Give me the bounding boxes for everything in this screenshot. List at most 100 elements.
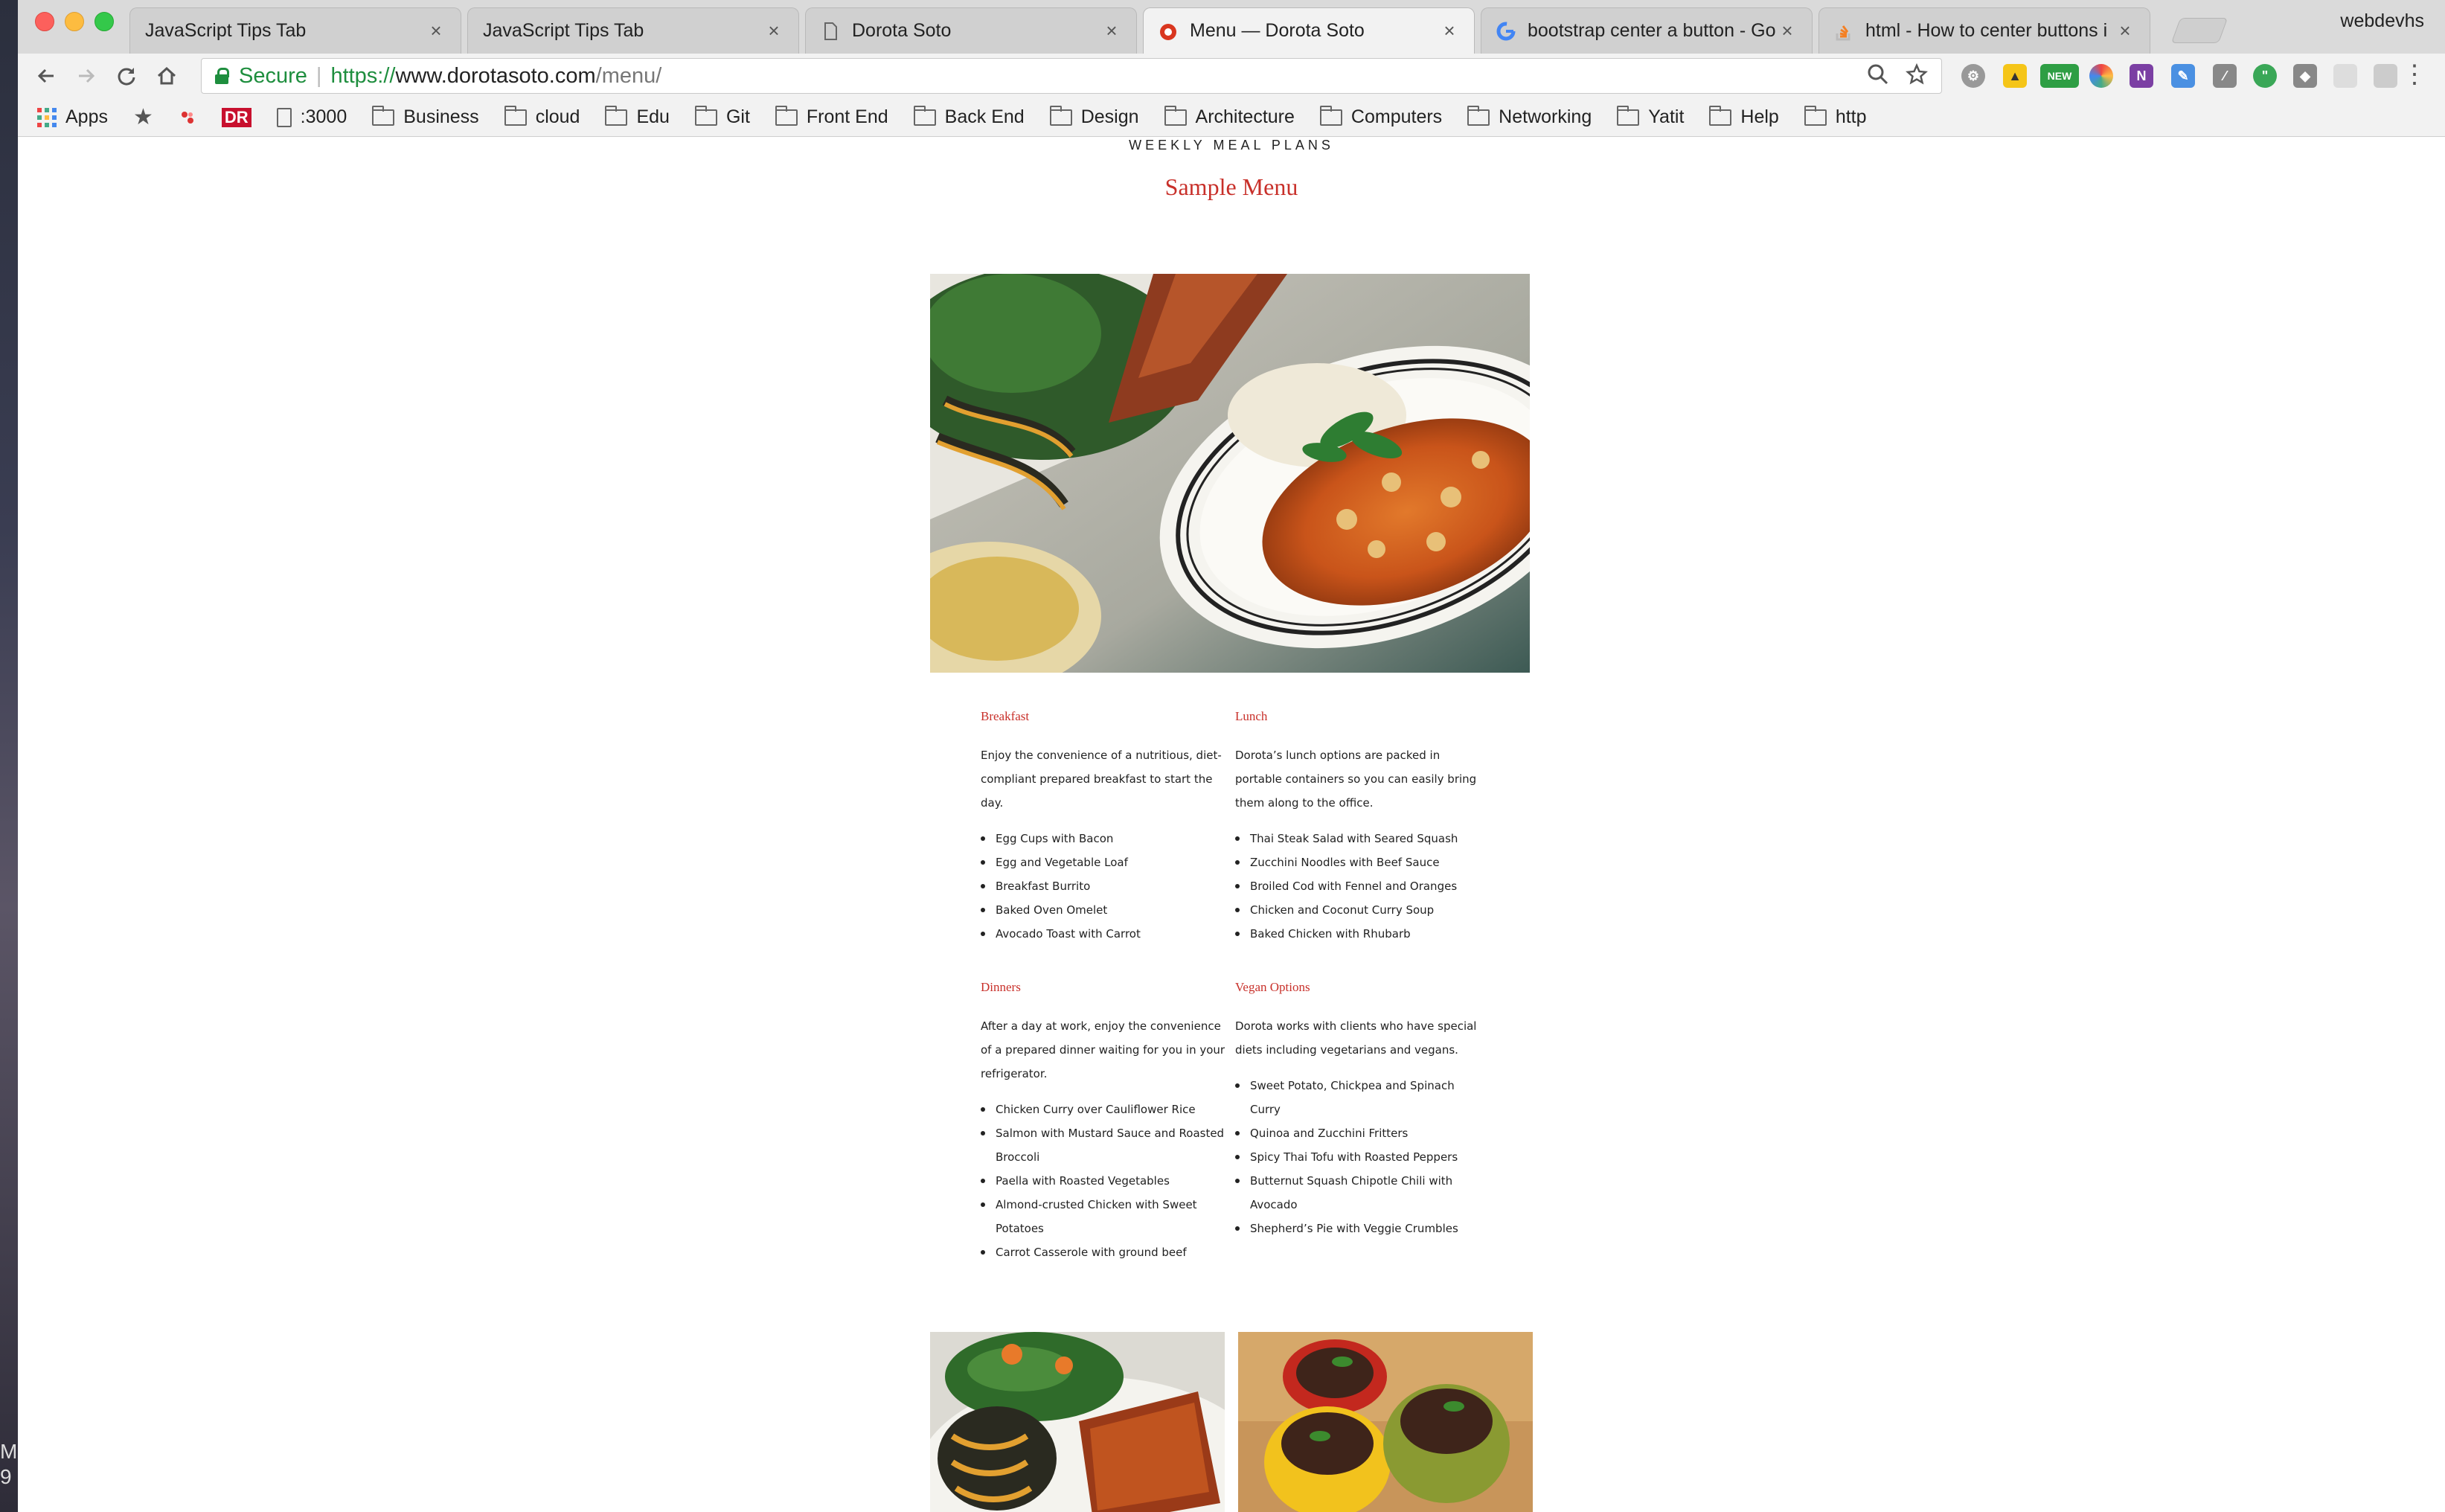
bookmark-folder-design[interactable]: Design	[1049, 105, 1139, 128]
extension-drive-icon[interactable]: ▲	[2003, 64, 2027, 88]
list-item: Avocado Toast with Carrot	[981, 922, 1226, 946]
list-item: Shepherd’s Pie with Veggie Crumbles	[1235, 1217, 1481, 1240]
section-kicker: WEEKLY MEAL PLANS	[1129, 138, 1334, 153]
url-path: /menu/	[595, 63, 662, 88]
bookmark-folder-edu[interactable]: Edu	[605, 105, 670, 128]
bookmark-folder-architecture[interactable]: Architecture	[1164, 105, 1295, 128]
browser-window: JavaScript Tips Tab × JavaScript Tips Ta…	[18, 0, 2445, 1512]
bookmark-localhost[interactable]: :3000	[276, 106, 347, 128]
tab-close-icon[interactable]: ×	[426, 19, 446, 42]
section-description: After a day at work, enjoy the convenien…	[981, 1019, 1225, 1080]
desktop-label: M 9	[0, 1440, 18, 1488]
folder-icon	[1617, 105, 1640, 126]
extension-shield-icon[interactable]: ◆	[2293, 64, 2317, 88]
tab-close-icon[interactable]: ×	[1440, 19, 1459, 42]
bookmark-folder-business[interactable]: Business	[372, 105, 479, 128]
tab-strip: JavaScript Tips Tab × JavaScript Tips Ta…	[18, 0, 2445, 54]
section-description: Dorota’s lunch options are packed in por…	[1235, 749, 1477, 810]
list-item: Thai Steak Salad with Seared Squash	[1235, 827, 1481, 850]
red-dots-icon	[181, 111, 193, 124]
list-item: Quinoa and Zucchini Fritters	[1235, 1121, 1481, 1145]
list-item: Sweet Potato, Chickpea and Spinach Curry	[1235, 1074, 1481, 1121]
bookmark-star[interactable]: ★	[133, 104, 153, 130]
tab-close-icon[interactable]: ×	[1102, 19, 1121, 42]
menu-list: Egg Cups with Bacon Egg and Vegetable Lo…	[981, 827, 1226, 946]
hero-food-image	[930, 274, 1530, 673]
list-item: Carrot Casserole with ground beef	[981, 1240, 1226, 1264]
bookmark-folder-computers[interactable]: Computers	[1319, 105, 1442, 128]
stackoverflow-icon	[1834, 22, 1853, 41]
new-tab-button[interactable]	[2170, 18, 2228, 43]
extension-new-icon[interactable]: NEW	[2040, 64, 2079, 88]
list-item: Baked Oven Omelet	[981, 898, 1226, 922]
bookmarks-bar: Apps ★ DR :3000 Business cloud Edu Git F…	[18, 98, 2445, 137]
bookmark-folder-front-end[interactable]: Front End	[775, 105, 888, 128]
list-item: Chicken and Coconut Curry Soup	[1235, 898, 1481, 922]
bookmark-folder-networking[interactable]: Networking	[1467, 105, 1592, 128]
folder-icon	[775, 105, 798, 126]
bookmark-folder-git[interactable]: Git	[694, 105, 750, 128]
zoom-window-button[interactable]	[94, 12, 114, 31]
bookmark-folder-http[interactable]: http	[1804, 105, 1867, 128]
forward-button[interactable]	[73, 63, 100, 89]
page-icon	[821, 22, 840, 41]
list-item: Almond-crusted Chicken with Sweet Potato…	[981, 1193, 1226, 1240]
extension-settings-icon[interactable]: ⚙	[1961, 64, 1985, 88]
list-item: Spicy Thai Tofu with Roasted Peppers	[1235, 1145, 1481, 1169]
bookmark-star-icon[interactable]	[1906, 63, 1928, 92]
stuffed-peppers-thumbnail-image	[1238, 1332, 1533, 1512]
list-item: Salmon with Mustard Sauce and Roasted Br…	[981, 1121, 1226, 1169]
section-description: Dorota works with clients who have speci…	[1235, 1019, 1477, 1057]
home-button[interactable]	[153, 63, 180, 89]
tab-close-icon[interactable]: ×	[1778, 19, 1797, 42]
bookmark-dr[interactable]: DR	[221, 107, 251, 127]
tab-close-icon[interactable]: ×	[764, 19, 784, 42]
tab-2[interactable]: JavaScript Tips Tab ×	[467, 7, 799, 54]
tab-1[interactable]: JavaScript Tips Tab ×	[129, 7, 461, 54]
bookmark-folder-back-end[interactable]: Back End	[913, 105, 1025, 128]
menu-list: Thai Steak Salad with Seared Squash Zucc…	[1235, 827, 1481, 946]
folder-icon	[504, 105, 527, 126]
bookmark-folder-help[interactable]: Help	[1709, 105, 1779, 128]
extension-picker-icon[interactable]: ✎	[2171, 64, 2195, 88]
bookmark-folder-yatit[interactable]: Yatit	[1617, 105, 1684, 128]
tab-4-active[interactable]: Menu — Dorota Soto ×	[1143, 7, 1475, 54]
extension-eyedropper-icon[interactable]: ⁄	[2213, 64, 2237, 88]
tab-6[interactable]: html - How to center buttons i ×	[1818, 7, 2150, 54]
profile-name[interactable]: webdevhs	[2340, 10, 2424, 32]
tab-5[interactable]: bootstrap center a button - Go ×	[1481, 7, 1813, 54]
tab-label: html - How to center buttons i	[1865, 20, 2108, 41]
bookmark-red-dots[interactable]	[179, 109, 196, 126]
back-button[interactable]	[33, 63, 60, 89]
bookmark-folder-cloud[interactable]: cloud	[504, 105, 580, 128]
tab-close-icon[interactable]: ×	[2115, 19, 2135, 42]
lock-icon	[215, 68, 229, 84]
reload-button[interactable]	[113, 63, 140, 89]
minimize-window-button[interactable]	[65, 12, 84, 31]
page-title: Sample Menu	[1164, 173, 1298, 200]
folder-icon	[372, 105, 395, 126]
extension-doc-icon[interactable]	[2374, 64, 2397, 88]
tab-label: Menu — Dorota Soto	[1190, 20, 1365, 41]
desktop-background: M 9	[0, 0, 18, 1512]
menu-section-vegan: Vegan Options Dorota works with clients …	[1235, 980, 1481, 1240]
section-heading: Dinners	[981, 980, 1021, 994]
zoom-search-icon[interactable]	[1867, 63, 1889, 92]
list-item: Butternut Squash Chipotle Chili with Avo…	[1235, 1169, 1481, 1217]
list-item: Zucchini Noodles with Beef Sauce	[1235, 850, 1481, 874]
bookmark-apps[interactable]: Apps	[37, 106, 108, 128]
tab-3[interactable]: Dorota Soto ×	[805, 7, 1137, 54]
close-window-button[interactable]	[35, 12, 54, 31]
extension-quote-icon[interactable]: "	[2253, 64, 2277, 88]
separator: |	[315, 63, 322, 88]
browser-menu-icon[interactable]: ⋮	[2402, 60, 2427, 89]
site-favicon-icon	[1159, 22, 1178, 41]
folder-icon	[1049, 105, 1072, 126]
omnibox-actions	[1867, 63, 1928, 92]
extension-onenote-icon[interactable]: N	[2130, 64, 2153, 88]
extension-color-icon[interactable]	[2089, 64, 2113, 88]
folder-icon	[694, 105, 717, 126]
google-icon	[1496, 22, 1516, 41]
address-bar[interactable]: Secure | https:// www.dorotasoto.com /me…	[201, 58, 1942, 94]
extension-blank-icon[interactable]	[2333, 64, 2357, 88]
